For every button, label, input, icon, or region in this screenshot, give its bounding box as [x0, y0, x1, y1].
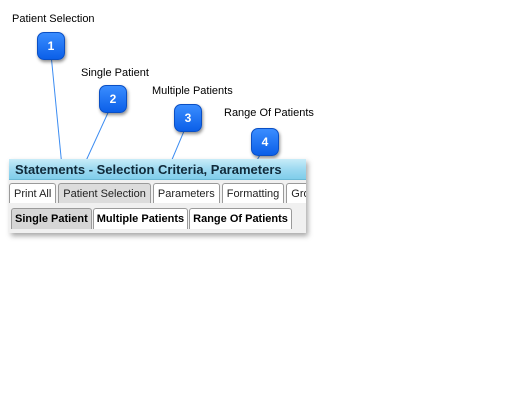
callout-label-1: Patient Selection	[12, 13, 95, 25]
tab-patient-selection[interactable]: Patient Selection	[58, 183, 151, 203]
callout-badge-1: 1	[37, 32, 65, 60]
callout-label-4: Range Of Patients	[224, 107, 314, 119]
tab-grouping[interactable]: Gro	[286, 183, 306, 203]
tab-range-of-patients[interactable]: Range Of Patients	[189, 208, 292, 229]
callout-badge-2: 2	[99, 85, 127, 113]
statements-window: Statements - Selection Criteria, Paramet…	[9, 159, 306, 233]
main-tab-strip: Print All Patient Selection Parameters F…	[9, 183, 306, 205]
tab-parameters[interactable]: Parameters	[152, 183, 220, 203]
tab-formatting[interactable]: Formatting	[221, 183, 285, 203]
patient-selection-sub-tab-strip: Single Patient Multiple Patients Range O…	[11, 208, 293, 230]
tab-multiple-patients[interactable]: Multiple Patients	[92, 208, 189, 229]
window-title: Statements - Selection Criteria, Paramet…	[9, 159, 306, 180]
callout-label-3: Multiple Patients	[152, 85, 233, 97]
tab-print-all[interactable]: Print All	[9, 183, 57, 203]
callout-badge-3: 3	[174, 104, 202, 132]
tab-single-patient[interactable]: Single Patient	[11, 208, 92, 229]
callout-badge-4: 4	[251, 128, 279, 156]
callout-label-2: Single Patient	[81, 67, 149, 79]
annotated-screenshot: Patient Selection Single Patient Multipl…	[0, 0, 522, 418]
